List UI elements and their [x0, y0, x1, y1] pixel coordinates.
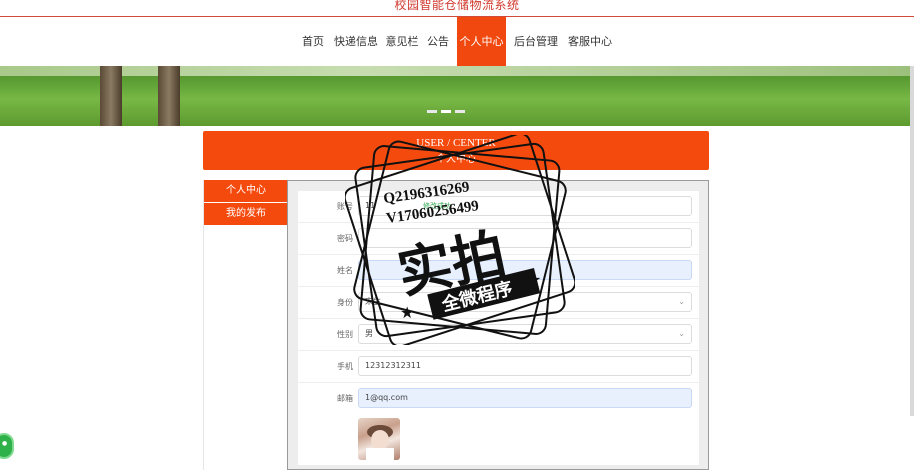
form-row-avatar [298, 411, 699, 465]
nav-item-user-center[interactable]: 个人中心 [457, 17, 506, 66]
sidebar-item-user-center[interactable]: 个人中心 [204, 180, 288, 202]
chevron-down-icon: ⌄ [678, 329, 685, 338]
banner-pagination [427, 110, 487, 114]
avatar-photo [366, 425, 394, 460]
watermark-stamp: Q2196316269 V17060256499 实拍 全微程序 ★ ★ [345, 135, 575, 345]
banner-dot[interactable] [455, 110, 465, 113]
avatar[interactable] [358, 418, 400, 460]
label-email: 邮箱 [337, 394, 353, 403]
chevron-down-icon: ⌄ [678, 297, 685, 306]
nav-item-home[interactable]: 首页 [296, 17, 330, 66]
tree-trunk [158, 66, 180, 126]
form-row-email: 邮箱 1@qq.com [298, 383, 699, 414]
banner-dot-active[interactable] [441, 110, 451, 113]
chat-bubble-icon[interactable]: ● [0, 433, 14, 459]
phone-input[interactable]: 12312312311 [358, 356, 692, 376]
site-title: 校园智能仓储物流系统 [394, 0, 520, 12]
main-nav: 首页 快递信息 意见栏 公告 个人中心 后台管理 客服中心 [0, 17, 914, 66]
scrollbar[interactable] [910, 66, 914, 416]
email-input[interactable]: 1@qq.com [358, 388, 692, 408]
banner-dot[interactable] [427, 110, 437, 113]
nav-item-notice[interactable]: 公告 [423, 17, 453, 66]
sidebar: 个人中心 我的发布 [203, 180, 288, 470]
form-row-phone: 手机 12312312311 [298, 351, 699, 382]
tree-trunk [100, 66, 122, 126]
nav-item-support[interactable]: 客服中心 [565, 17, 615, 66]
star-icon: ★ [527, 270, 541, 289]
nav-item-express-info[interactable]: 快递信息 [331, 17, 381, 66]
nav-item-admin[interactable]: 后台管理 [511, 17, 561, 66]
sidebar-item-my-posts[interactable]: 我的发布 [204, 203, 288, 225]
banner-image [0, 66, 914, 126]
nav-item-feedback[interactable]: 意见栏 [382, 17, 422, 66]
star-icon: ★ [400, 303, 414, 322]
top-bar: 校园智能仓储物流系统 [0, 0, 914, 17]
label-phone: 手机 [337, 362, 353, 371]
